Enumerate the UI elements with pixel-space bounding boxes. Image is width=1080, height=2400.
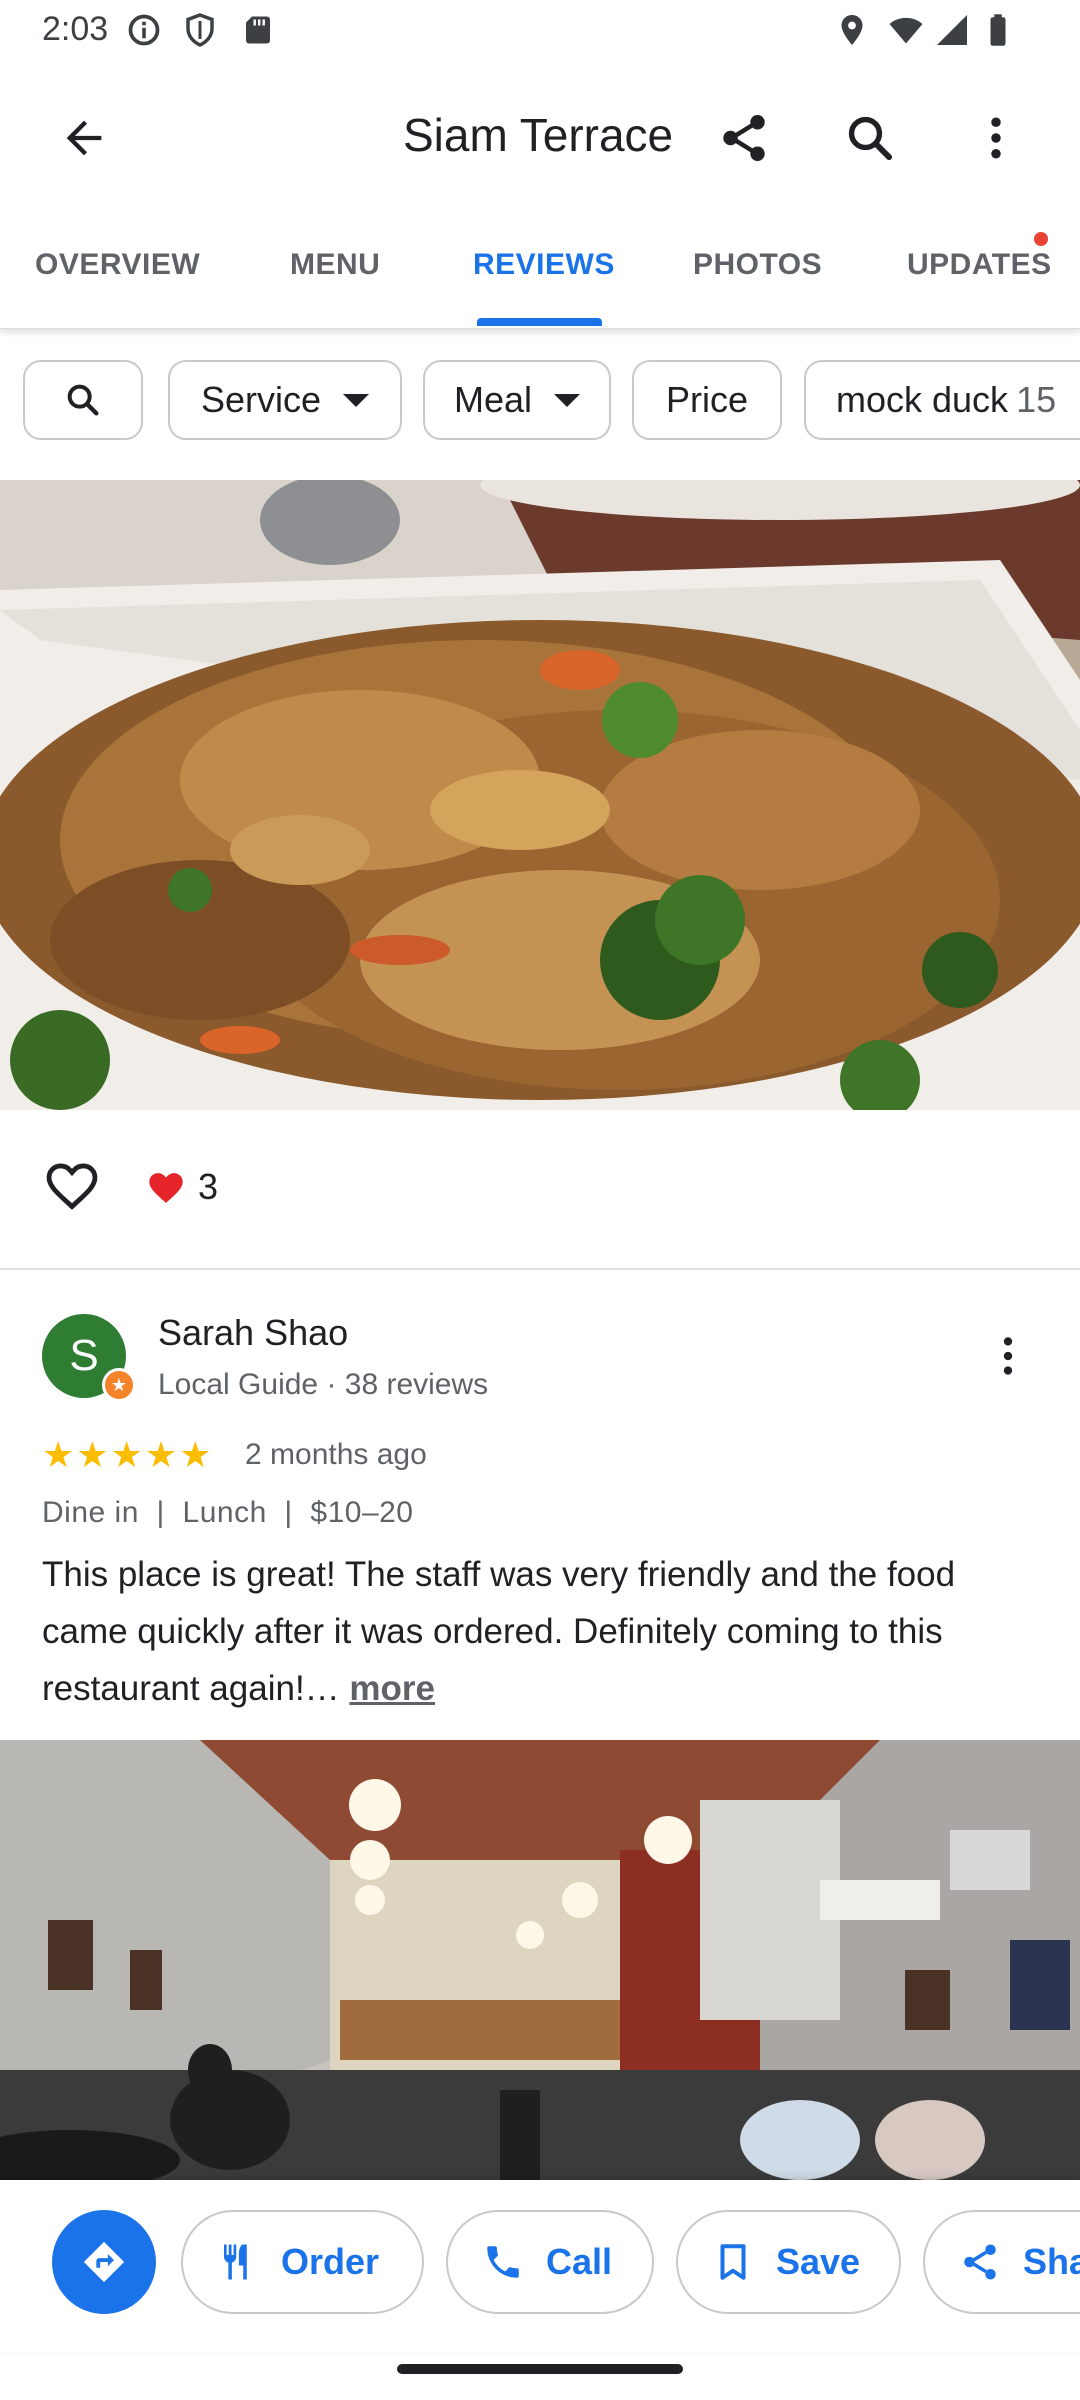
reaction-count: 3 [198,1166,219,1207]
arrow-back-icon [66,120,102,156]
home-indicator[interactable] [397,2364,683,2374]
page-title: Siam Terrace [403,109,674,161]
share-header-button[interactable] [704,98,784,178]
search-icon [848,116,893,161]
updates-notification-dot [1034,232,1048,246]
directions-button[interactable] [52,2210,156,2314]
review-body: This place is great! The staff was very … [42,1555,956,1708]
status-time: 2:03 [42,10,109,48]
review-text: This place is great! The staff was very … [42,1546,1032,1717]
share-label: Share [1023,2241,1080,2282]
save-button[interactable]: Save [676,2210,901,2314]
search-icon [67,384,99,416]
directions-icon [83,2241,125,2283]
filter-topic-label: mock duck [836,379,1009,420]
share-button[interactable]: Share [923,2210,1080,2314]
more-link[interactable]: more [349,1669,435,1708]
active-tab-indicator [477,318,602,326]
call-label: Call [546,2241,613,2282]
heart-outline-icon [46,1163,98,1210]
interior-photo-image [0,1740,1080,2180]
search-button[interactable] [830,98,910,178]
avatar-initial: S [69,1331,99,1380]
more-vert-icon [1003,1337,1013,1375]
tab-overview[interactable]: OVERVIEW [35,248,200,282]
more-vert-icon [991,117,1001,159]
back-button[interactable] [44,98,124,178]
filter-meal-chip[interactable]: Meal [423,360,611,440]
share-icon [723,115,765,161]
filter-topic-chip[interactable]: mock duck 15 [804,360,1080,440]
share-icon [964,2244,996,2280]
signal-icon [937,15,967,45]
filter-meal-label: Meal [453,379,533,420]
phone-icon [487,2246,519,2278]
filter-service-label: Service [200,379,322,420]
review-tags: Dine in | Lunch | $10–20 [42,1496,414,1529]
tab-reviews[interactable]: REVIEWS [473,248,615,282]
dropdown-caret-icon [554,393,581,407]
restaurant-icon [224,2244,247,2280]
tab-menu[interactable]: MENU [290,248,380,282]
more-options-button[interactable] [956,98,1036,178]
location-icon [841,15,863,45]
star-rating: ★★★★★ [42,1434,214,1475]
order-button[interactable]: Order [181,2210,424,2314]
review-photo-interior[interactable] [0,1740,1080,2180]
review-more-button[interactable] [968,1316,1048,1396]
dropdown-caret-icon [343,393,370,407]
heart-filled-icon [149,1173,183,1203]
reviewer-meta: Local Guide · 38 reviews [158,1368,489,1401]
filter-price-label: Price [665,379,749,420]
wifi-icon [889,17,923,44]
call-button[interactable]: Call [446,2210,654,2314]
sd-card-icon [246,16,270,44]
local-guide-star-icon: ★ [102,1368,136,1402]
shield-icon [186,13,214,47]
food-photo-image [0,480,1080,1110]
tab-photos[interactable]: PHOTOS [693,248,822,282]
like-button[interactable] [32,1146,112,1226]
status-bar: 2:03 [0,0,1080,64]
info-icon [128,14,160,46]
battery-icon [990,14,1006,46]
filter-topic-count: 15 [1016,379,1057,420]
filter-service-chip[interactable]: Service [168,360,402,440]
save-label: Save [776,2241,861,2282]
tab-updates[interactable]: UPDATES [907,248,1052,282]
review-date: 2 months ago [245,1438,427,1471]
bookmark-icon [720,2244,746,2280]
order-label: Order [281,2241,380,2282]
review-photo-dish[interactable] [0,480,1080,1110]
search-reviews-chip[interactable] [23,360,143,440]
filter-price-chip[interactable]: Price [632,360,782,440]
reviewer-name[interactable]: Sarah Shao [158,1312,348,1354]
